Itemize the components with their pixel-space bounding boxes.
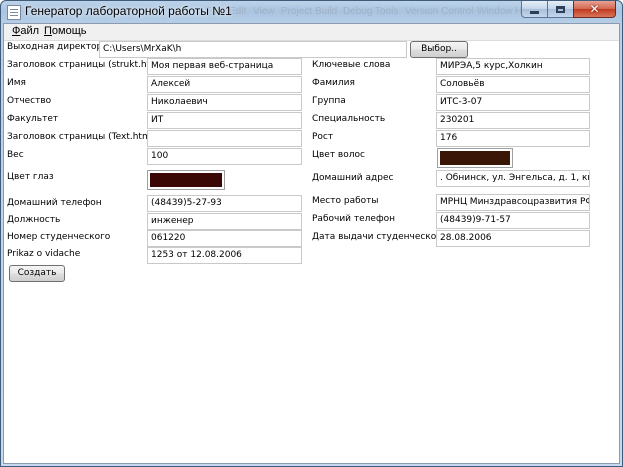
first-name-label: Имя — [7, 78, 26, 88]
output-dir-field[interactable]: C:\Users\MrXaK\h — [99, 41, 407, 58]
specialty-label: Специальность — [312, 114, 386, 124]
close-button[interactable]: ✕ — [573, 1, 616, 18]
app-window-icon[interactable] — [7, 5, 21, 20]
height-field[interactable]: 176 — [436, 130, 590, 147]
minimize-button[interactable] — [521, 1, 547, 18]
patronymic-field[interactable]: Николаевич — [147, 94, 302, 111]
background-menu-project: Project — [281, 6, 313, 17]
close-icon: ✕ — [589, 2, 600, 16]
background-menu-debug: Debug — [343, 6, 373, 17]
page-title-strukt-field[interactable]: Моя первая веб-страница — [147, 58, 302, 75]
home-address-label: Домашний адрес — [312, 173, 394, 183]
maximize-button[interactable] — [547, 1, 573, 18]
height-label: Рост — [312, 132, 334, 142]
keywords-label: Ключевые слова — [312, 60, 391, 70]
output-dir-label: Выходная директория — [7, 42, 114, 52]
weight-field[interactable]: 100 — [147, 148, 302, 165]
position-label: Должность — [7, 215, 61, 225]
hair-color-label: Цвет волос — [312, 150, 365, 160]
eye-color-swatch[interactable] — [147, 170, 225, 190]
work-phone-field[interactable]: (48439)9-71-57 — [436, 212, 590, 229]
specialty-field[interactable]: 230201 — [436, 112, 590, 129]
student-id-field[interactable]: 061220 — [147, 230, 302, 247]
group-label: Группа — [312, 96, 346, 106]
order-field[interactable]: 1253 от 12.08.2006 — [147, 247, 302, 264]
form-client-area: Файл Помощь Выходная директория C:\Users… — [3, 23, 620, 464]
student-id-label: Номер студенческого — [7, 232, 111, 242]
faculty-field[interactable]: ИТ — [147, 112, 302, 129]
background-menu-tools: Tools — [375, 6, 399, 17]
student-id-date-label: Дата выдачи студенческого — [312, 232, 447, 242]
menu-bar: Файл Помощь — [4, 24, 619, 41]
workplace-field[interactable]: МРНЦ Минздравсоцразвития РФ — [436, 194, 590, 211]
hair-color-swatch[interactable] — [437, 148, 513, 168]
background-menu-build: Build — [315, 6, 338, 17]
app-window: File Edit View Project Build Debug Tools… — [0, 0, 623, 467]
position-field[interactable]: инженер — [147, 213, 302, 230]
home-phone-label: Домашний телефон — [7, 198, 102, 208]
last-name-field[interactable]: Соловьёв — [436, 76, 590, 93]
browse-button[interactable]: Выбор.. — [410, 41, 468, 58]
page-title-text-label: Заголовок страницы (Text.htm) — [7, 132, 155, 142]
home-phone-field[interactable]: (48439)5-27-93 — [147, 195, 302, 212]
minimize-icon — [530, 10, 539, 14]
last-name-label: Фамилия — [312, 78, 355, 88]
work-phone-label: Рабочий телефон — [312, 214, 396, 224]
maximize-icon — [556, 5, 565, 13]
group-field[interactable]: ИТС-3-07 — [436, 94, 590, 111]
page-title-text-field[interactable] — [147, 130, 302, 147]
eye-color-fill — [150, 173, 222, 187]
order-label: Prikaz o vidache — [7, 249, 81, 259]
patronymic-label: Отчество — [7, 96, 52, 106]
workplace-label: Место работы — [312, 196, 379, 206]
eye-color-label: Цвет глаз — [7, 172, 54, 182]
faculty-label: Факультет — [7, 114, 59, 124]
keywords-field[interactable]: МИРЭА,5 курс,Холкин — [436, 58, 590, 75]
background-menu-version-control: Version Control — [405, 6, 474, 17]
create-button[interactable]: Создать — [9, 265, 65, 282]
menu-file[interactable]: Файл — [12, 25, 39, 37]
first-name-field[interactable]: Алексей — [147, 76, 302, 93]
background-menu-window: Window — [477, 6, 513, 17]
weight-label: Вес — [7, 150, 24, 160]
page-title-strukt-label: Заголовок страницы (strukt.htm) — [7, 60, 163, 70]
hair-color-fill — [440, 151, 510, 165]
menu-help[interactable]: Помощь — [44, 25, 87, 37]
title-bar[interactable]: File Edit View Project Build Debug Tools… — [1, 1, 622, 23]
background-menu-view: View — [253, 6, 275, 17]
student-id-date-field[interactable]: 28.08.2006 — [436, 230, 590, 247]
home-address-field[interactable]: . Обнинск, ул. Энгельса, д. 1, кв. 82 — [436, 170, 590, 187]
caption-buttons: ✕ — [521, 1, 616, 19]
window-title: Генератор лабораторной работы №1 — [25, 4, 232, 18]
